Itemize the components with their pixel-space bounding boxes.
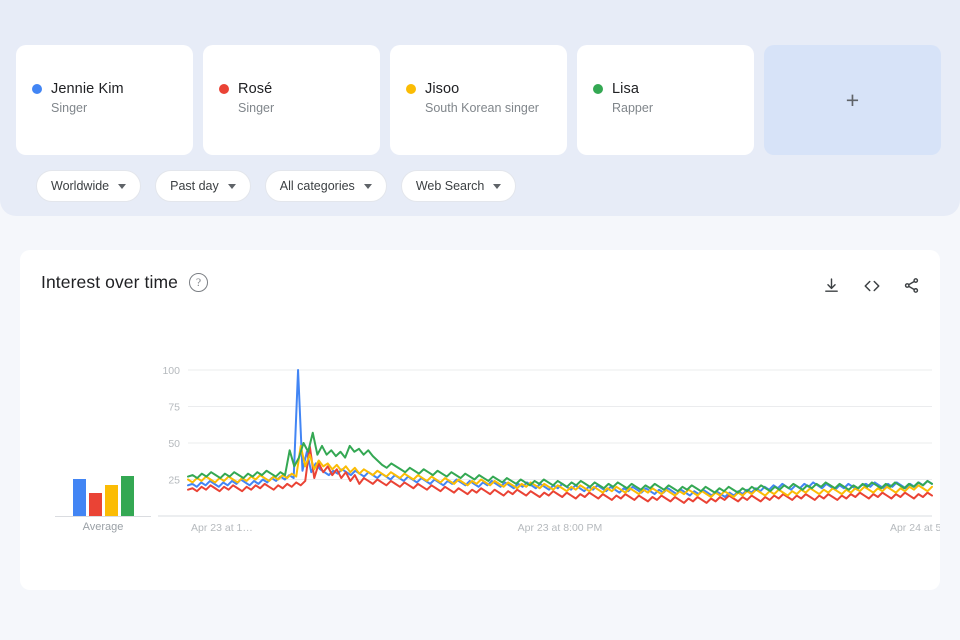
filter-location[interactable]: Worldwide [36,170,142,202]
term-desc-0: Singer [51,101,88,115]
term-card-3[interactable]: Lisa Rapper [577,45,754,155]
series-color-dot-1 [219,84,229,94]
term-card-1[interactable]: Rosé Singer [203,45,380,155]
filter-category-label: All categories [279,179,355,193]
series-color-dot-2 [406,84,416,94]
chart-plot-area[interactable]: 25 50 75 100 Apr 23 at 1… Apr 23 at 8:00 PM Ap… [20,250,960,590]
series-color-dot-0 [32,84,42,94]
term-name-0: Jennie Kim [51,81,124,97]
y-axis-tick-label: 50 [168,438,180,450]
filter-time-range-label: Past day [170,179,219,193]
search-terms-panel: Jennie Kim Singer Rosé Singer Jisoo Sout… [0,0,960,216]
y-axis-tick-label: 25 [168,475,180,487]
y-axis-tick-label: 100 [162,365,180,377]
add-search-term-button[interactable]: + [764,45,941,155]
series-line-0 [187,369,933,499]
average-bar-3 [120,476,134,516]
x-axis-tick-label: Apr 23 at 1… [191,522,253,534]
filters-row: Worldwide Past day All categories Web Se… [36,170,517,202]
filter-search-type-label: Web Search [415,179,485,193]
plus-icon: + [845,86,860,113]
filter-location-label: Worldwide [51,179,110,193]
term-name-1: Rosé [238,81,273,97]
chevron-down-icon [118,183,127,189]
term-header-3: Lisa [593,81,738,97]
term-header-1: Rosé [219,81,364,97]
average-legend: Average [55,472,151,533]
term-name-3: Lisa [612,81,639,97]
y-axis-tick-label: 75 [168,402,180,414]
chevron-down-icon [363,183,372,189]
term-header-2: Jisoo [406,81,551,97]
average-bar-1 [88,493,102,516]
series-color-dot-3 [593,84,603,94]
interest-over-time-card: Interest over time ? 25 50 75 100 Apr 23 at … [20,250,960,590]
x-axis-tick-label: Apr 23 at 8:00 PM [518,522,603,534]
term-desc-3: Rapper [612,101,653,115]
average-bars [55,472,151,517]
average-bar-2 [104,485,118,516]
chevron-down-icon [493,183,502,189]
search-terms-row: Jennie Kim Singer Rosé Singer Jisoo Sout… [16,45,941,155]
average-bar-0 [72,479,86,516]
filter-search-type[interactable]: Web Search [400,170,517,202]
term-desc-2: South Korean singer [425,101,539,115]
x-axis-tick-label: Apr 24 at 5:04 AM [890,522,940,534]
term-card-0[interactable]: Jennie Kim Singer [16,45,193,155]
term-card-2[interactable]: Jisoo South Korean singer [390,45,567,155]
term-name-2: Jisoo [425,81,460,97]
filter-category[interactable]: All categories [264,170,387,202]
average-label: Average [82,521,124,533]
trends-line-chart: 25 50 75 100 Apr 23 at 1… Apr 23 at 8:00 PM Ap… [158,365,960,534]
filter-time-range[interactable]: Past day [155,170,251,202]
chevron-down-icon [227,183,236,189]
term-desc-1: Singer [238,101,275,115]
term-header-0: Jennie Kim [32,81,177,97]
